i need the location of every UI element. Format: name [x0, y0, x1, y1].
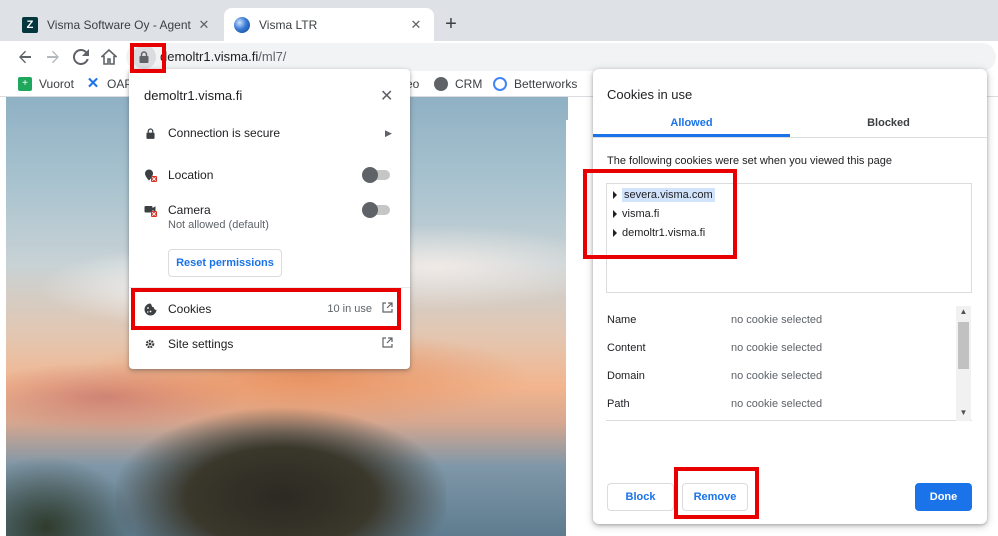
close-icon[interactable]: ✕ — [408, 17, 424, 33]
plus-square-icon: + — [18, 77, 32, 91]
tab-title: Visma Software Oy - Agent — [47, 17, 191, 32]
back-button[interactable] — [11, 43, 39, 71]
detail-value: no cookie selected — [731, 370, 823, 382]
zendesk-icon: Z — [22, 16, 38, 33]
chevron-right-icon: ▶ — [385, 127, 392, 138]
url-text[interactable]: demoltr1.visma.fi/ml7/ — [160, 49, 286, 64]
close-icon[interactable]: ✕ — [380, 86, 393, 106]
tree-silhouette — [116, 387, 446, 536]
new-tab-button[interactable]: + — [440, 14, 462, 36]
scrollbar[interactable]: ▲ ▼ — [956, 306, 971, 421]
tab-agent[interactable]: Z Visma Software Oy - Agent ✕ — [12, 8, 222, 41]
detail-value: no cookie selected — [731, 398, 823, 410]
cookies-dialog: Cookies in use Allowed Blocked The follo… — [593, 69, 987, 524]
tree-silhouette — [6, 427, 146, 536]
lock-icon — [139, 51, 149, 63]
tree-node-label: severa.visma.com — [622, 188, 715, 202]
external-link-icon — [382, 302, 393, 316]
external-link-icon — [382, 337, 393, 351]
cookies-row[interactable]: Cookies 10 in use — [129, 299, 410, 319]
home-icon — [101, 49, 117, 65]
reload-icon — [73, 49, 89, 65]
expand-arrow-icon[interactable] — [613, 229, 617, 237]
divider — [593, 137, 987, 138]
forward-button[interactable] — [39, 43, 67, 71]
bookmark-crm[interactable]: CRM — [434, 77, 482, 91]
tab-strip: Z Visma Software Oy - Agent ✕ Visma LTR … — [0, 0, 998, 41]
confluence-icon: ✕ — [86, 75, 100, 92]
bookmark-label: Betterworks — [514, 77, 578, 91]
expand-arrow-icon[interactable] — [613, 210, 617, 218]
lock-icon — [143, 126, 157, 140]
reset-permissions-button[interactable]: Reset permissions — [168, 249, 282, 277]
site-info-button[interactable] — [132, 45, 156, 69]
cookie-domain-tree: severa.visma.com visma.fi demoltr1.visma… — [606, 183, 972, 293]
tree-node-label: visma.fi — [622, 208, 660, 220]
arrow-left-icon — [19, 50, 31, 64]
expand-arrow-icon[interactable] — [613, 191, 617, 199]
camera-blocked-icon — [143, 203, 157, 217]
cookies-count: 10 in use — [327, 303, 372, 315]
divider — [129, 287, 410, 288]
site-host: demoltr1.visma.fi — [144, 88, 243, 103]
globe-icon — [434, 77, 448, 91]
cookie-icon — [143, 302, 157, 316]
scrollbar-thumb[interactable] — [958, 322, 969, 369]
detail-value: no cookie selected — [731, 342, 823, 354]
betterworks-icon — [493, 77, 507, 91]
bookmark-vuorot[interactable]: + Vuorot — [18, 77, 74, 91]
location-label: Location — [168, 168, 214, 182]
location-row: Location — [129, 165, 410, 185]
tree-node-label: demoltr1.visma.fi — [622, 227, 706, 239]
location-toggle[interactable] — [362, 167, 390, 183]
tab-blocked[interactable]: Blocked — [790, 117, 987, 137]
bookmark-betterworks[interactable]: Betterworks — [493, 77, 577, 91]
connection-row[interactable]: Connection is secure ▶ — [129, 123, 410, 143]
connection-label: Connection is secure — [168, 126, 281, 140]
detail-value: no cookie selected — [731, 314, 823, 326]
tree-node-demoltr1[interactable]: demoltr1.visma.fi — [613, 227, 705, 239]
reload-button[interactable] — [67, 43, 95, 71]
globe-icon — [234, 16, 250, 33]
detail-label: Name — [607, 314, 637, 326]
camera-toggle[interactable] — [362, 202, 390, 218]
tree-node-visma[interactable]: visma.fi — [613, 208, 659, 220]
site-info-popup: demoltr1.visma.fi ✕ Connection is secure… — [129, 69, 410, 369]
done-button[interactable]: Done — [915, 483, 972, 511]
cookie-details: Name no cookie selected Content no cooki… — [606, 306, 972, 421]
scroll-up-icon[interactable]: ▲ — [956, 307, 971, 316]
url-path: /ml7/ — [258, 49, 287, 64]
tree-node-severa[interactable]: severa.visma.com — [613, 188, 715, 202]
remove-button[interactable]: Remove — [682, 483, 748, 511]
detail-label: Content — [607, 342, 646, 354]
site-settings-row[interactable]: Site settings — [129, 334, 410, 354]
bookmark-label: Vuorot — [39, 77, 74, 91]
bookmark-oap[interactable]: ✕ OAP — [86, 75, 133, 92]
tab-visma-ltr[interactable]: Visma LTR ✕ — [224, 8, 434, 41]
page-card — [566, 120, 594, 536]
close-icon[interactable]: ✕ — [196, 17, 212, 33]
cookies-label: Cookies — [168, 302, 212, 316]
scroll-down-icon[interactable]: ▼ — [956, 408, 971, 417]
cookies-description: The following cookies were set when you … — [607, 155, 892, 167]
dialog-title: Cookies in use — [607, 87, 693, 102]
camera-label: Camera — [168, 203, 211, 217]
tab-title: Visma LTR — [259, 17, 318, 32]
gear-icon — [143, 337, 157, 351]
bookmark-label: CRM — [455, 77, 483, 91]
home-button[interactable] — [95, 43, 123, 71]
block-button[interactable]: Block — [607, 483, 674, 511]
detail-label: Domain — [607, 370, 645, 382]
detail-label: Path — [607, 398, 630, 410]
location-blocked-icon — [143, 168, 157, 182]
camera-status: Not allowed (default) — [168, 219, 269, 231]
url-host: demoltr1.visma.fi — [160, 49, 259, 64]
arrow-right-icon — [47, 50, 59, 64]
site-settings-label: Site settings — [168, 337, 234, 351]
